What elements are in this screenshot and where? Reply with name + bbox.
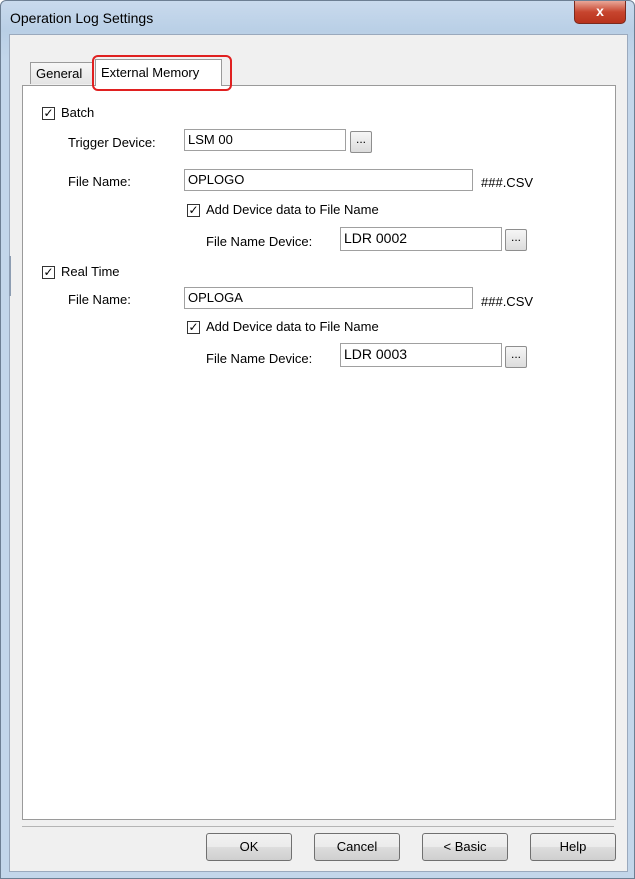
batch-add-device-checkbox[interactable]: ✓ bbox=[187, 204, 200, 217]
real-time-file-name-field[interactable]: OPLOGA bbox=[184, 287, 473, 309]
window-title: Operation Log Settings bbox=[10, 10, 154, 26]
help-button[interactable]: Help bbox=[530, 833, 616, 861]
trigger-device-field[interactable]: LSM 00 bbox=[184, 129, 346, 151]
batch-file-name-field[interactable]: OPLOGO bbox=[184, 169, 473, 191]
window-edge-marker bbox=[9, 256, 11, 296]
real-time-file-name-device-browse-button[interactable]: ... bbox=[505, 346, 527, 368]
batch-checkbox[interactable]: ✓ bbox=[42, 107, 55, 120]
real-time-file-name-label: File Name: bbox=[68, 292, 131, 307]
check-icon: ✓ bbox=[188, 320, 199, 334]
cancel-button[interactable]: Cancel bbox=[314, 833, 400, 861]
check-icon: ✓ bbox=[188, 203, 199, 217]
close-button[interactable]: x bbox=[574, 1, 626, 24]
batch-file-name-device-browse-button[interactable]: ... bbox=[505, 229, 527, 251]
tab-external-memory[interactable]: External Memory bbox=[95, 59, 222, 86]
close-icon: x bbox=[596, 3, 604, 19]
real-time-file-suffix: ###.CSV bbox=[481, 294, 534, 309]
real-time-add-device-checkbox[interactable]: ✓ bbox=[187, 321, 200, 334]
batch-add-device-label: Add Device data to File Name bbox=[206, 202, 379, 217]
trigger-device-browse-button[interactable]: ... bbox=[350, 131, 372, 153]
check-icon: ✓ bbox=[43, 265, 54, 279]
tab-external-memory-label: External Memory bbox=[101, 65, 200, 80]
tab-general-label: General bbox=[36, 66, 83, 81]
trigger-device-label: Trigger Device: bbox=[68, 135, 156, 150]
real-time-add-device-label: Add Device data to File Name bbox=[206, 319, 379, 334]
real-time-file-name-device-field[interactable]: LDR 0003 bbox=[340, 343, 502, 367]
basic-button[interactable]: < Basic bbox=[422, 833, 508, 861]
real-time-file-name-device-label: File Name Device: bbox=[206, 351, 313, 366]
tab-panel-external-memory bbox=[22, 85, 616, 820]
batch-file-name-label: File Name: bbox=[68, 174, 131, 189]
real-time-label: Real Time bbox=[61, 264, 120, 279]
button-separator bbox=[22, 826, 614, 827]
batch-file-name-device-field[interactable]: LDR 0002 bbox=[340, 227, 502, 251]
title-bar: Operation Log Settings x bbox=[1, 1, 634, 35]
tab-general[interactable]: General bbox=[30, 62, 93, 84]
batch-label: Batch bbox=[61, 105, 95, 120]
batch-file-name-device-label: File Name Device: bbox=[206, 234, 313, 249]
real-time-checkbox[interactable]: ✓ bbox=[42, 266, 55, 279]
ok-button[interactable]: OK bbox=[206, 833, 292, 861]
batch-file-suffix: ###.CSV bbox=[481, 175, 534, 190]
check-icon: ✓ bbox=[43, 106, 54, 120]
